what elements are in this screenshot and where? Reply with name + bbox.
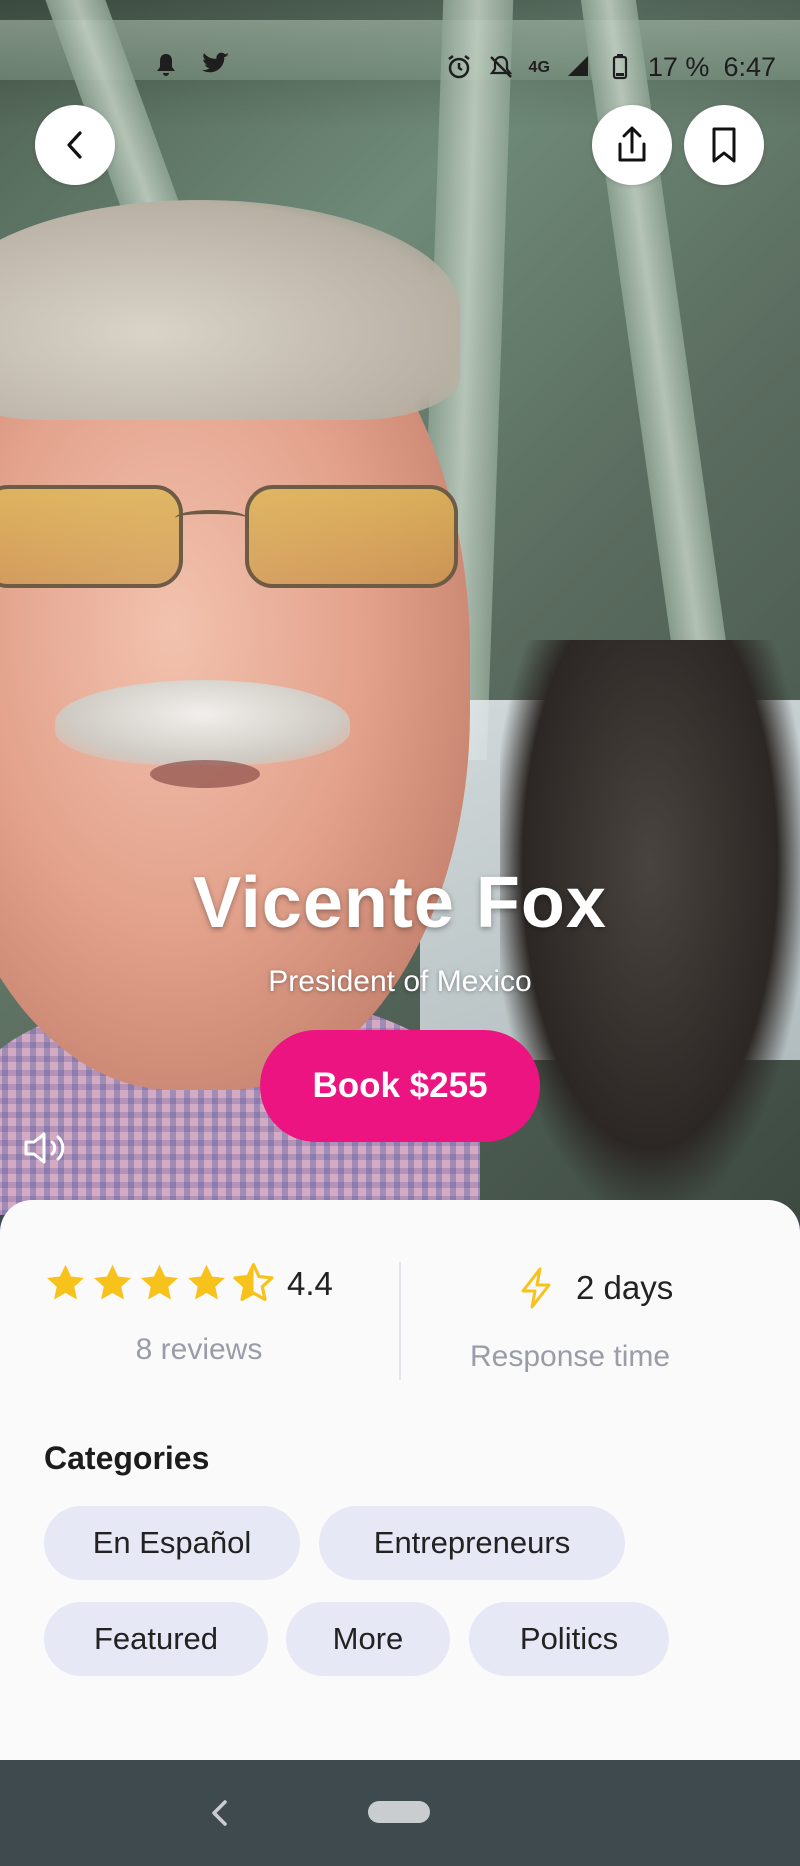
talent-name: Vicente Fox [193,863,607,943]
book-button[interactable]: Book $255 [260,1030,540,1142]
category-chip[interactable]: En Español [44,1506,300,1580]
home-pill-icon[interactable] [368,1801,430,1823]
talent-title: President of Mexico [268,965,532,998]
bookmark-button[interactable] [684,105,764,185]
response-time-label: Response time [470,1340,671,1373]
notification-bell-icon [152,52,180,80]
star-icon [47,1264,84,1300]
status-bar: 4G 17 % 6:47 [0,0,800,120]
alarm-icon [445,54,473,82]
star-icon [141,1264,178,1300]
battery-percent: 17 % [647,52,710,82]
response-time-value: 2 days [576,1269,674,1306]
nav-back-icon[interactable] [205,1790,235,1836]
rating-value: 4.4 [287,1264,333,1302]
glasses-lens-right [245,485,458,588]
person-mouth [150,760,260,788]
clock: 6:47 [723,52,776,82]
person-hair [0,200,460,420]
share-icon [618,126,646,162]
signal-icon [564,54,592,82]
stats-divider [399,1262,401,1380]
share-button[interactable] [592,105,672,185]
star-half-icon [233,1263,274,1302]
rating-summary[interactable]: 4.4 [44,1262,333,1305]
bookmark-icon [712,127,736,163]
response-time: 2 days [516,1266,673,1310]
category-chip[interactable]: Entrepreneurs [319,1506,625,1580]
system-nav-bar [0,1760,800,1866]
category-chip[interactable]: More [286,1602,450,1676]
chevron-left-icon [67,131,82,159]
network-type: 4G [528,58,550,76]
lightning-icon [521,1267,551,1309]
glasses-lens-left [0,485,183,588]
reviews-count[interactable]: 8 reviews [44,1333,354,1367]
star-icon [94,1264,131,1300]
battery-icon [606,53,634,82]
star-icon [188,1264,225,1300]
glasses-bridge [175,510,247,526]
twitter-icon [202,52,230,80]
categories-title: Categories [44,1440,210,1476]
category-chip[interactable]: Politics [469,1602,669,1676]
details-sheet: 4.4 8 reviews 2 days Response time Categ… [0,1200,800,1760]
star-rating [44,1262,275,1305]
category-chip[interactable]: Featured [44,1602,268,1676]
mute-icon [487,54,515,82]
speaker-icon[interactable] [22,1128,76,1168]
person-mustache [55,680,350,765]
back-button[interactable] [35,105,115,185]
